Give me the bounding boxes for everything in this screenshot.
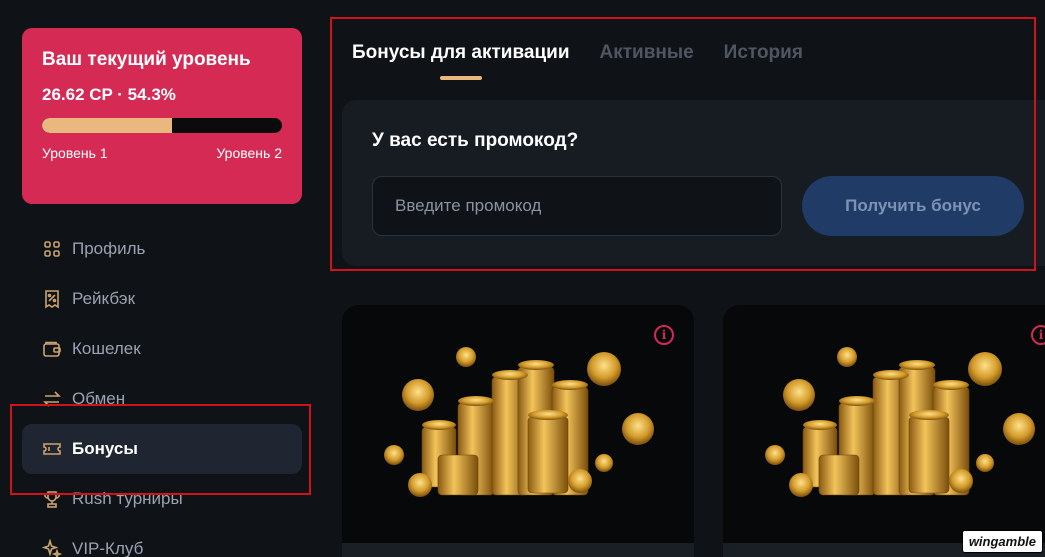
- gold-coins-image: [765, 347, 1035, 497]
- promo-title: У вас есть промокод?: [372, 130, 579, 151]
- sidebar-item-label: VIP-Клуб: [72, 539, 144, 557]
- bonus-card[interactable]: i: [723, 305, 1045, 557]
- level-title: Ваш текущий уровень: [42, 49, 251, 70]
- sidebar-item-rush-tournaments[interactable]: Rush турниры: [22, 474, 302, 524]
- gold-coins-image: [384, 347, 654, 497]
- sidebar-item-exchange[interactable]: Обмен: [22, 374, 302, 424]
- level-from-label: Уровень 1: [42, 145, 108, 161]
- sidebar-item-label: Rush турниры: [72, 489, 183, 508]
- tab-active[interactable]: Активные: [600, 40, 694, 80]
- info-icon[interactable]: i: [654, 325, 674, 345]
- ticket-icon: [42, 439, 62, 459]
- get-bonus-button[interactable]: Получить бонус: [802, 176, 1024, 236]
- wallet-icon: [42, 339, 62, 359]
- level-points: 26.62 CP · 54.3%: [42, 85, 176, 104]
- sidebar-item-label: Обмен: [72, 389, 126, 408]
- grid-icon: [42, 239, 62, 259]
- promo-code-input[interactable]: [372, 176, 782, 236]
- bonus-tabs: Бонусы для активации Активные История: [352, 40, 803, 80]
- info-icon[interactable]: i: [1031, 325, 1045, 345]
- sidebar-item-label: Кошелек: [72, 339, 141, 358]
- watermark: wingamble: [961, 530, 1043, 553]
- sidebar-item-label: Рейкбэк: [72, 289, 136, 308]
- trophy-icon: [42, 489, 62, 509]
- level-card: Ваш текущий уровень 26.62 CP · 54.3% Уро…: [22, 28, 302, 204]
- sidebar-nav: Профиль Рейкбэк Кошелек Обмен Бонусы Rus…: [22, 224, 302, 557]
- sidebar-item-label: Профиль: [72, 239, 146, 258]
- level-to-label: Уровень 2: [216, 145, 282, 161]
- bonus-card[interactable]: i: [342, 305, 694, 557]
- percent-receipt-icon: [42, 289, 62, 309]
- sidebar-item-wallet[interactable]: Кошелек: [22, 324, 302, 374]
- promo-code-panel: У вас есть промокод? Получить бонус: [342, 100, 1045, 266]
- sidebar-item-bonuses[interactable]: Бонусы: [22, 424, 302, 474]
- exchange-icon: [42, 389, 62, 409]
- level-progress-bar: [42, 118, 282, 133]
- level-progress-fill: [42, 118, 173, 133]
- sidebar-item-label: Бонусы: [72, 439, 138, 458]
- sidebar-item-profile[interactable]: Профиль: [22, 224, 302, 274]
- tab-bonuses-to-activate[interactable]: Бонусы для активации: [352, 40, 570, 80]
- card-footer-strip: [342, 543, 694, 557]
- sparkle-icon: [42, 539, 62, 557]
- sidebar-item-vip-club[interactable]: VIP-Клуб: [22, 524, 302, 557]
- sidebar-item-rakeback[interactable]: Рейкбэк: [22, 274, 302, 324]
- tab-history[interactable]: История: [724, 40, 803, 80]
